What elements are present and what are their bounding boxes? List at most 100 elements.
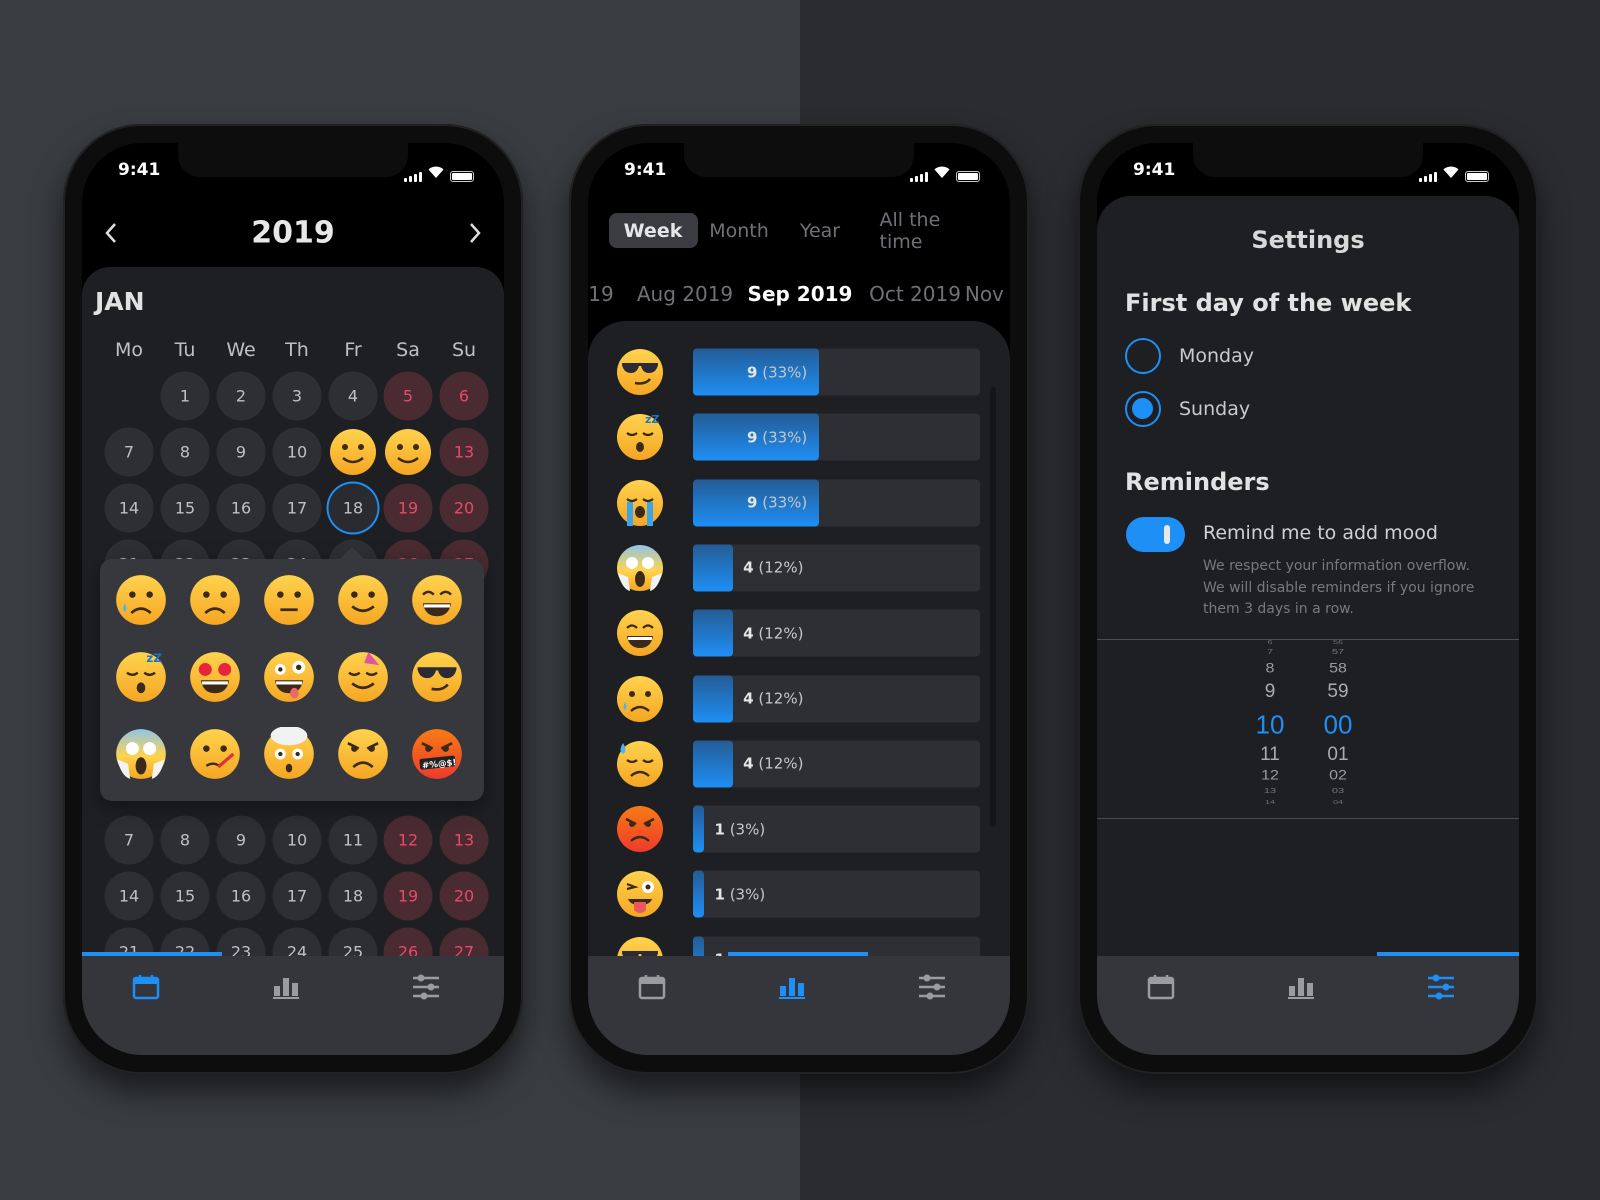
settings-title: Settings xyxy=(1251,226,1365,254)
calendar-day[interactable]: 13 xyxy=(439,427,489,477)
calendar-day[interactable]: 10 xyxy=(272,815,322,865)
calendar-day[interactable]: 7 xyxy=(104,815,154,865)
calendar-day[interactable]: 11 xyxy=(328,815,378,865)
calendar-day[interactable]: 16 xyxy=(216,483,266,533)
calendar-day[interactable]: 14 xyxy=(104,483,154,533)
smiling-emoji-icon[interactable] xyxy=(383,427,433,481)
period-tab[interactable]: All the time xyxy=(880,209,967,253)
frowning-emoji-icon[interactable] xyxy=(188,573,242,631)
period-tab[interactable]: Year xyxy=(800,220,840,242)
tab-sliders[interactable] xyxy=(412,974,452,1008)
smiling-emoji-icon[interactable] xyxy=(328,427,378,481)
month-tab[interactable]: Oct 2019 xyxy=(869,282,961,306)
picker-minute-option[interactable]: 04 xyxy=(1333,799,1343,805)
calendar-day[interactable]: 15 xyxy=(160,871,210,921)
percent: (12%) xyxy=(758,558,804,577)
calendar-day[interactable]: 15 xyxy=(160,483,210,533)
picker-hour-option[interactable]: 12 xyxy=(1261,768,1279,783)
picker-hour-option[interactable]: 8 xyxy=(1266,661,1275,676)
picker-minute-option[interactable]: 59 xyxy=(1327,681,1348,703)
status-time: 9:41 xyxy=(624,160,667,180)
tab-bar-chart[interactable] xyxy=(272,974,312,1008)
scrollbar[interactable] xyxy=(990,387,996,827)
screaming-emoji-icon[interactable] xyxy=(114,727,168,785)
tab-bar-chart[interactable] xyxy=(778,974,818,1008)
picker-minute-option[interactable]: 01 xyxy=(1327,744,1348,766)
calendar-day[interactable]: 16 xyxy=(216,871,266,921)
radio-monday[interactable] xyxy=(1125,338,1161,374)
calendar-day[interactable]: 18 xyxy=(328,871,378,921)
description-line: We will disable reminders if you ignore xyxy=(1203,579,1475,596)
radio-label-sunday[interactable]: Sunday xyxy=(1179,398,1250,420)
calendar-day[interactable]: 9 xyxy=(216,815,266,865)
mood-bar: 4 (12%) xyxy=(693,609,980,657)
tab-bar-chart[interactable] xyxy=(1287,974,1327,1008)
radio-label-monday[interactable]: Monday xyxy=(1179,345,1254,367)
tab-calendar[interactable] xyxy=(1147,974,1187,1008)
month-tab[interactable]: Sep 2019 xyxy=(748,282,853,306)
tab-calendar[interactable] xyxy=(638,974,678,1008)
picker-hour-option[interactable]: 13 xyxy=(1264,787,1276,795)
calendar-day[interactable]: 17 xyxy=(272,483,322,533)
chevron-right-icon xyxy=(470,223,481,243)
tab-calendar[interactable] xyxy=(132,974,172,1008)
calendar-day[interactable]: 3 xyxy=(272,371,322,421)
neutral-emoji-icon[interactable] xyxy=(262,573,316,631)
calendar-day[interactable]: 1 xyxy=(160,371,210,421)
period-tab[interactable]: Month xyxy=(709,220,769,242)
month-tab[interactable]: Aug 2019 xyxy=(637,282,733,306)
calendar-day[interactable]: 7 xyxy=(104,427,154,477)
calendar-day[interactable]: 8 xyxy=(160,427,210,477)
reminder-toggle[interactable] xyxy=(1126,517,1185,552)
next-year-button[interactable] xyxy=(464,219,486,247)
calendar-day[interactable]: 4 xyxy=(328,371,378,421)
picker-minute-option[interactable]: 57 xyxy=(1332,648,1344,656)
picker-hour-option[interactable]: 6 xyxy=(1267,639,1272,645)
picker-hour-option[interactable]: 11 xyxy=(1260,744,1280,766)
calendar-day[interactable]: 20 xyxy=(439,871,489,921)
partying-emoji-icon[interactable] xyxy=(336,650,390,708)
crying-sad-emoji-icon[interactable] xyxy=(114,573,168,631)
calendar-day[interactable]: 19 xyxy=(383,871,433,921)
feverish-emoji-icon[interactable] xyxy=(188,727,242,785)
picker-minute-option[interactable]: 56 xyxy=(1333,639,1343,645)
picker-hour-option[interactable]: 7 xyxy=(1267,648,1273,656)
calendar-day[interactable]: 19 xyxy=(383,483,433,533)
calendar-day[interactable]: 10 xyxy=(272,427,322,477)
calendar-day[interactable]: 5 xyxy=(383,371,433,421)
grinning-emoji-icon[interactable] xyxy=(410,573,464,631)
picker-minute-option[interactable]: 58 xyxy=(1329,661,1347,676)
calendar-day[interactable]: 17 xyxy=(272,871,322,921)
tab-sliders[interactable] xyxy=(1427,974,1467,1008)
mind-blown-emoji-icon[interactable] xyxy=(262,725,316,785)
picker-hour-option[interactable]: 10 xyxy=(1256,710,1285,741)
smiling-emoji-icon[interactable] xyxy=(336,573,390,631)
calendar-day[interactable]: 20 xyxy=(439,483,489,533)
cursing-emoji-icon[interactable]: #%@$! xyxy=(410,727,464,785)
picker-hour-option[interactable]: 14 xyxy=(1265,799,1275,805)
month-tab[interactable]: Jul 2019 xyxy=(588,282,614,306)
tab-sliders[interactable] xyxy=(918,974,958,1008)
calendar-day[interactable]: 12 xyxy=(383,815,433,865)
calendar-day[interactable]: 2 xyxy=(216,371,266,421)
radio-sunday[interactable] xyxy=(1125,391,1161,427)
calendar-day[interactable]: 8 xyxy=(160,815,210,865)
calendar-day[interactable]: 6 xyxy=(439,371,489,421)
angry-emoji-icon[interactable] xyxy=(336,727,390,785)
picker-hour-option[interactable]: 9 xyxy=(1265,681,1276,703)
calendar-day[interactable]: 18 xyxy=(328,483,378,533)
sunglasses-emoji-icon[interactable] xyxy=(410,650,464,708)
month-tab[interactable]: Nov 2019 xyxy=(965,282,1010,306)
heart-eyes-emoji-icon[interactable] xyxy=(188,650,242,708)
picker-minute-option[interactable]: 00 xyxy=(1324,710,1353,741)
period-tab[interactable]: Week xyxy=(624,220,683,242)
sleeping-emoji-icon[interactable]: zZ xyxy=(114,650,168,708)
calendar-day[interactable]: 14 xyxy=(104,871,154,921)
picker-minute-option[interactable]: 02 xyxy=(1329,768,1347,783)
picker-minute-option[interactable]: 03 xyxy=(1332,787,1344,795)
wifi-icon xyxy=(1443,163,1459,182)
calendar-day[interactable]: 9 xyxy=(216,427,266,477)
calendar-day[interactable]: 13 xyxy=(439,815,489,865)
prev-year-button[interactable] xyxy=(100,219,122,247)
zany-emoji-icon[interactable] xyxy=(262,650,316,708)
